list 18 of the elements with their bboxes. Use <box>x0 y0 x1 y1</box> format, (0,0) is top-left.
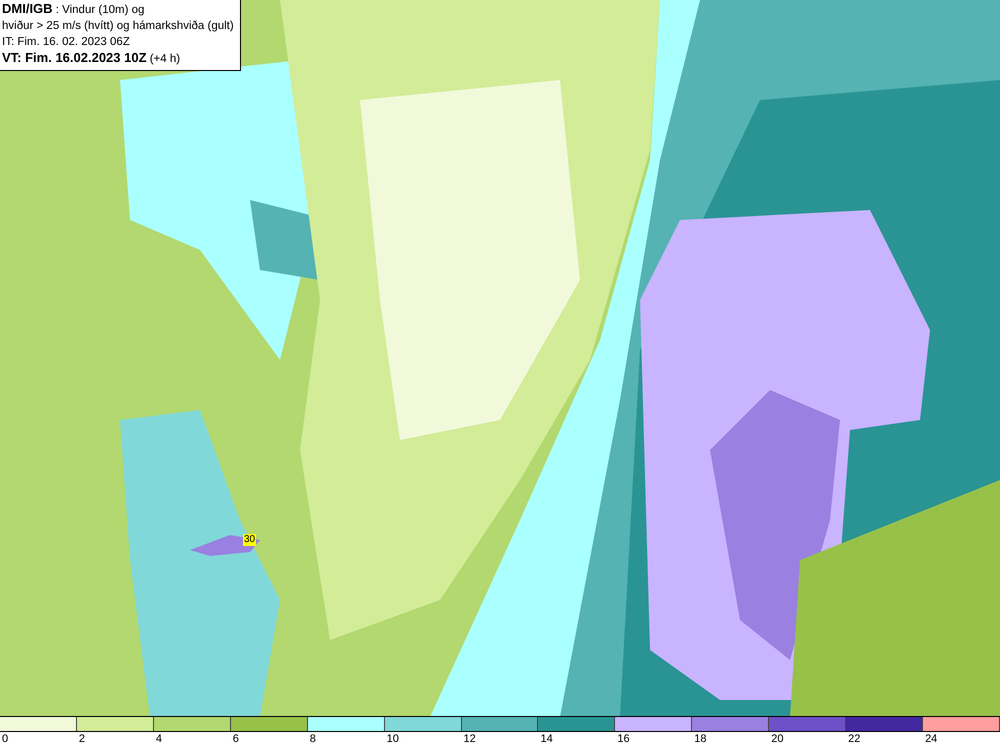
legend-tick: 20 <box>771 733 784 745</box>
legend-tick: 10 <box>386 733 399 745</box>
gust-label: 30 <box>243 534 256 546</box>
legend-tick: 16 <box>617 733 630 745</box>
legend-tick: 6 <box>232 733 239 745</box>
legend-tick: 14 <box>540 733 553 745</box>
legend-tick: 12 <box>464 733 476 745</box>
legend-tick: 8 <box>310 733 316 745</box>
title-line: DMI/IGB : Vindur (10m) og <box>2 1 146 18</box>
legend-tick: 18 <box>694 733 707 745</box>
legend-tick: 24 <box>925 733 938 745</box>
title-line: VT: Fim. 16.02.2023 10Z (+4 h) <box>2 50 182 67</box>
legend-tick: 0 <box>2 733 8 745</box>
legend-tick: 4 <box>156 733 162 745</box>
title-line: IT: Fim. 16. 02. 2023 06Z <box>2 35 131 50</box>
legend-tick: 2 <box>78 733 86 745</box>
title-line: hviður > 25 m/s (hvítt) og hámarkshviða (gult) <box>2 19 234 34</box>
legend-tick: 22 <box>848 733 860 745</box>
